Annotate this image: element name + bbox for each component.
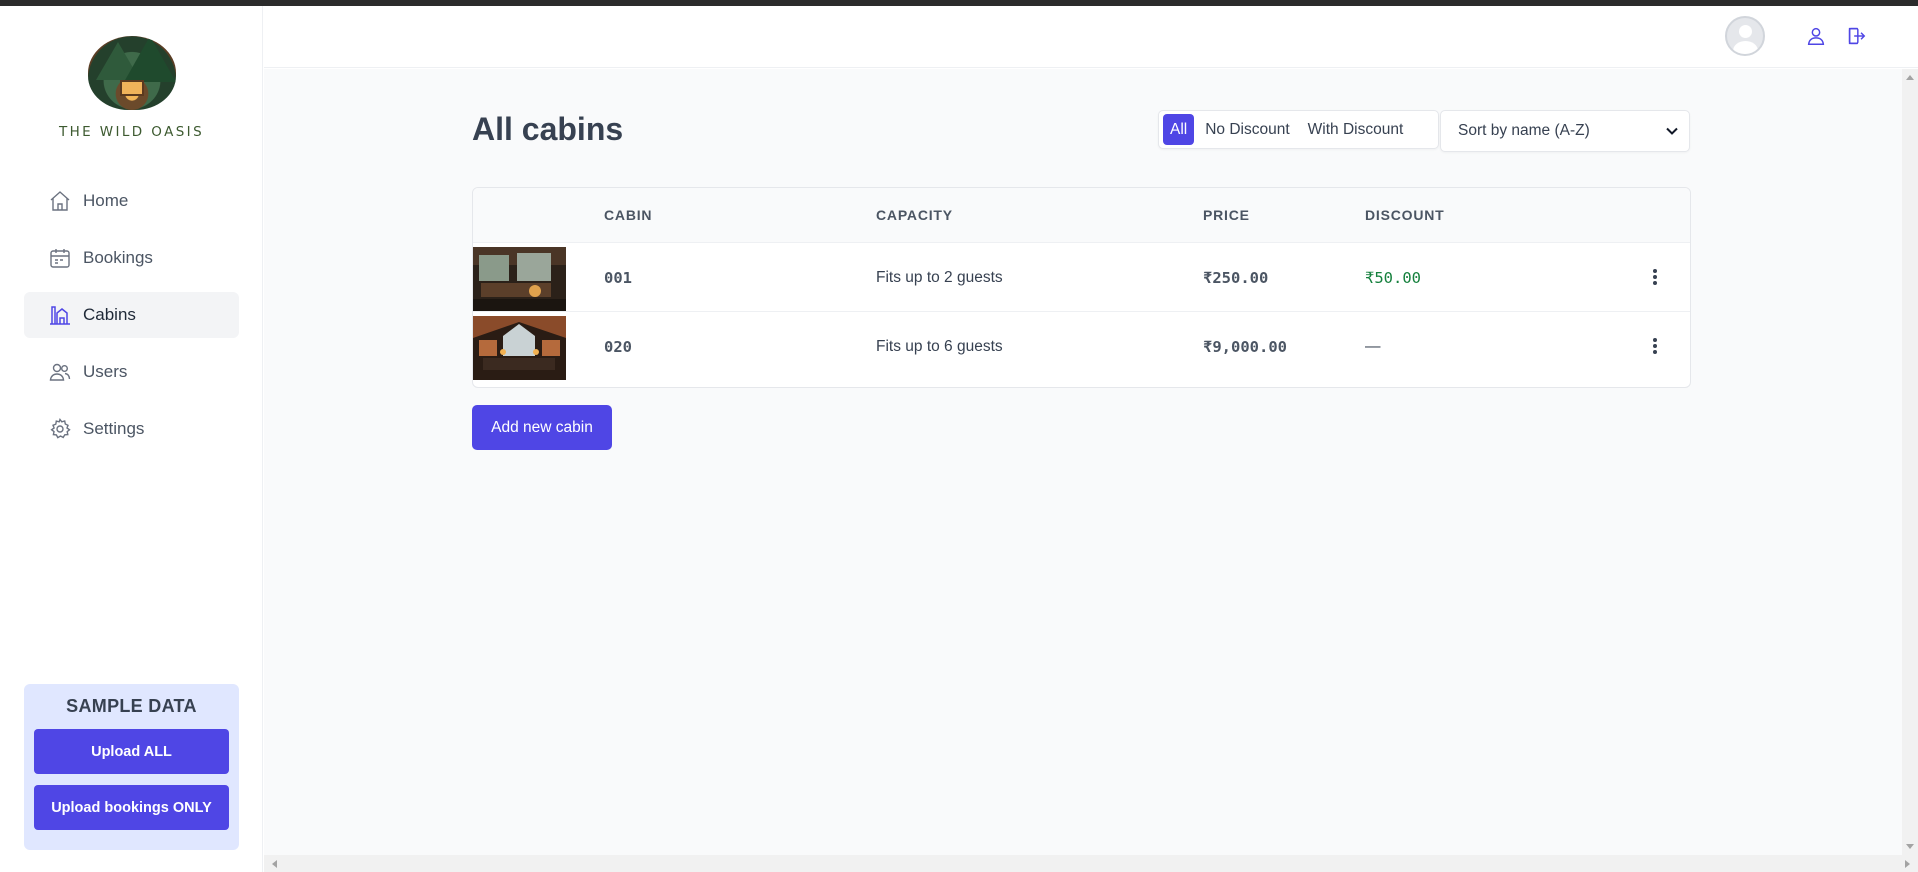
sidebar-item-bookings[interactable]: Bookings: [24, 235, 239, 281]
logo: THE WILD OASIS: [0, 36, 263, 140]
sidebar-item-label: Home: [83, 191, 129, 210]
table-row: 020 Fits up to 6 guests ₹9,000.00 —: [473, 312, 1690, 381]
sample-data-panel: SAMPLE DATA Upload ALL Upload bookings O…: [24, 684, 239, 850]
sort-select-value: Sort by name (A-Z): [1458, 122, 1590, 139]
column-header-cabin: CABIN: [604, 207, 653, 223]
chevron-down-icon: [1665, 124, 1679, 138]
user-icon[interactable]: [1805, 25, 1829, 49]
sidebar: THE WILD OASIS Home Bookings Cabins User…: [0, 6, 263, 872]
gear-icon: [48, 417, 72, 441]
horizontal-scrollbar[interactable]: [264, 855, 1918, 872]
cabins-icon: [48, 303, 72, 327]
sidebar-item-users[interactable]: Users: [24, 349, 239, 395]
cabin-image: [473, 316, 566, 380]
cabin-capacity: Fits up to 2 guests: [876, 269, 1003, 286]
avatar[interactable]: [1725, 16, 1765, 56]
add-cabin-button[interactable]: Add new cabin: [472, 405, 612, 450]
column-header-discount: DISCOUNT: [1365, 207, 1445, 223]
row-menu-icon[interactable]: [1645, 267, 1665, 287]
calendar-icon: [48, 246, 72, 270]
home-icon: [48, 189, 72, 213]
sidebar-item-label: Cabins: [83, 305, 136, 324]
sample-data-title: SAMPLE DATA: [66, 696, 197, 716]
table-header: CABIN CAPACITY PRICE DISCOUNT: [473, 188, 1690, 243]
page-title: All cabins: [472, 111, 624, 147]
cabin-price: ₹250.00: [1203, 269, 1269, 287]
filter-with-discount-button[interactable]: With Discount: [1301, 114, 1411, 145]
logo-image: [87, 36, 176, 110]
main-content: All cabins All No Discount With Discount…: [264, 69, 1902, 855]
cabin-discount: —: [1365, 338, 1381, 355]
cabin-discount: ₹50.00: [1365, 269, 1421, 287]
users-icon: [48, 360, 72, 384]
column-header-price: PRICE: [1203, 207, 1250, 223]
discount-filter: All No Discount With Discount: [1158, 110, 1439, 149]
cabin-capacity: Fits up to 6 guests: [876, 338, 1003, 355]
main-nav: Home Bookings Cabins Users Settings: [24, 178, 239, 463]
header: [264, 6, 1918, 68]
logout-icon[interactable]: [1845, 25, 1869, 49]
sidebar-item-label: Bookings: [83, 248, 153, 267]
upload-all-button[interactable]: Upload ALL: [34, 729, 229, 774]
cabin-image: [473, 247, 566, 311]
column-header-capacity: CAPACITY: [876, 207, 953, 223]
upload-bookings-button[interactable]: Upload bookings ONLY: [34, 785, 229, 830]
row-menu-icon[interactable]: [1645, 336, 1665, 356]
cabin-price: ₹9,000.00: [1203, 338, 1287, 356]
sidebar-item-cabins[interactable]: Cabins: [24, 292, 239, 338]
cabins-table: CABIN CAPACITY PRICE DISCOUNT 001 Fits u…: [472, 187, 1691, 388]
filter-no-discount-button[interactable]: No Discount: [1198, 114, 1296, 145]
sidebar-item-home[interactable]: Home: [24, 178, 239, 224]
sidebar-item-settings[interactable]: Settings: [24, 406, 239, 452]
cabin-name: 001: [604, 269, 632, 287]
sort-select[interactable]: Sort by name (A-Z): [1440, 110, 1690, 152]
vertical-scrollbar[interactable]: [1902, 69, 1918, 855]
logo-text: THE WILD OASIS: [58, 124, 205, 140]
table-row: 001 Fits up to 2 guests ₹250.00 ₹50.00: [473, 243, 1690, 312]
sidebar-item-label: Settings: [83, 419, 145, 438]
cabin-name: 020: [604, 338, 632, 356]
sidebar-item-label: Users: [83, 362, 128, 381]
filter-all-button[interactable]: All: [1163, 114, 1195, 145]
